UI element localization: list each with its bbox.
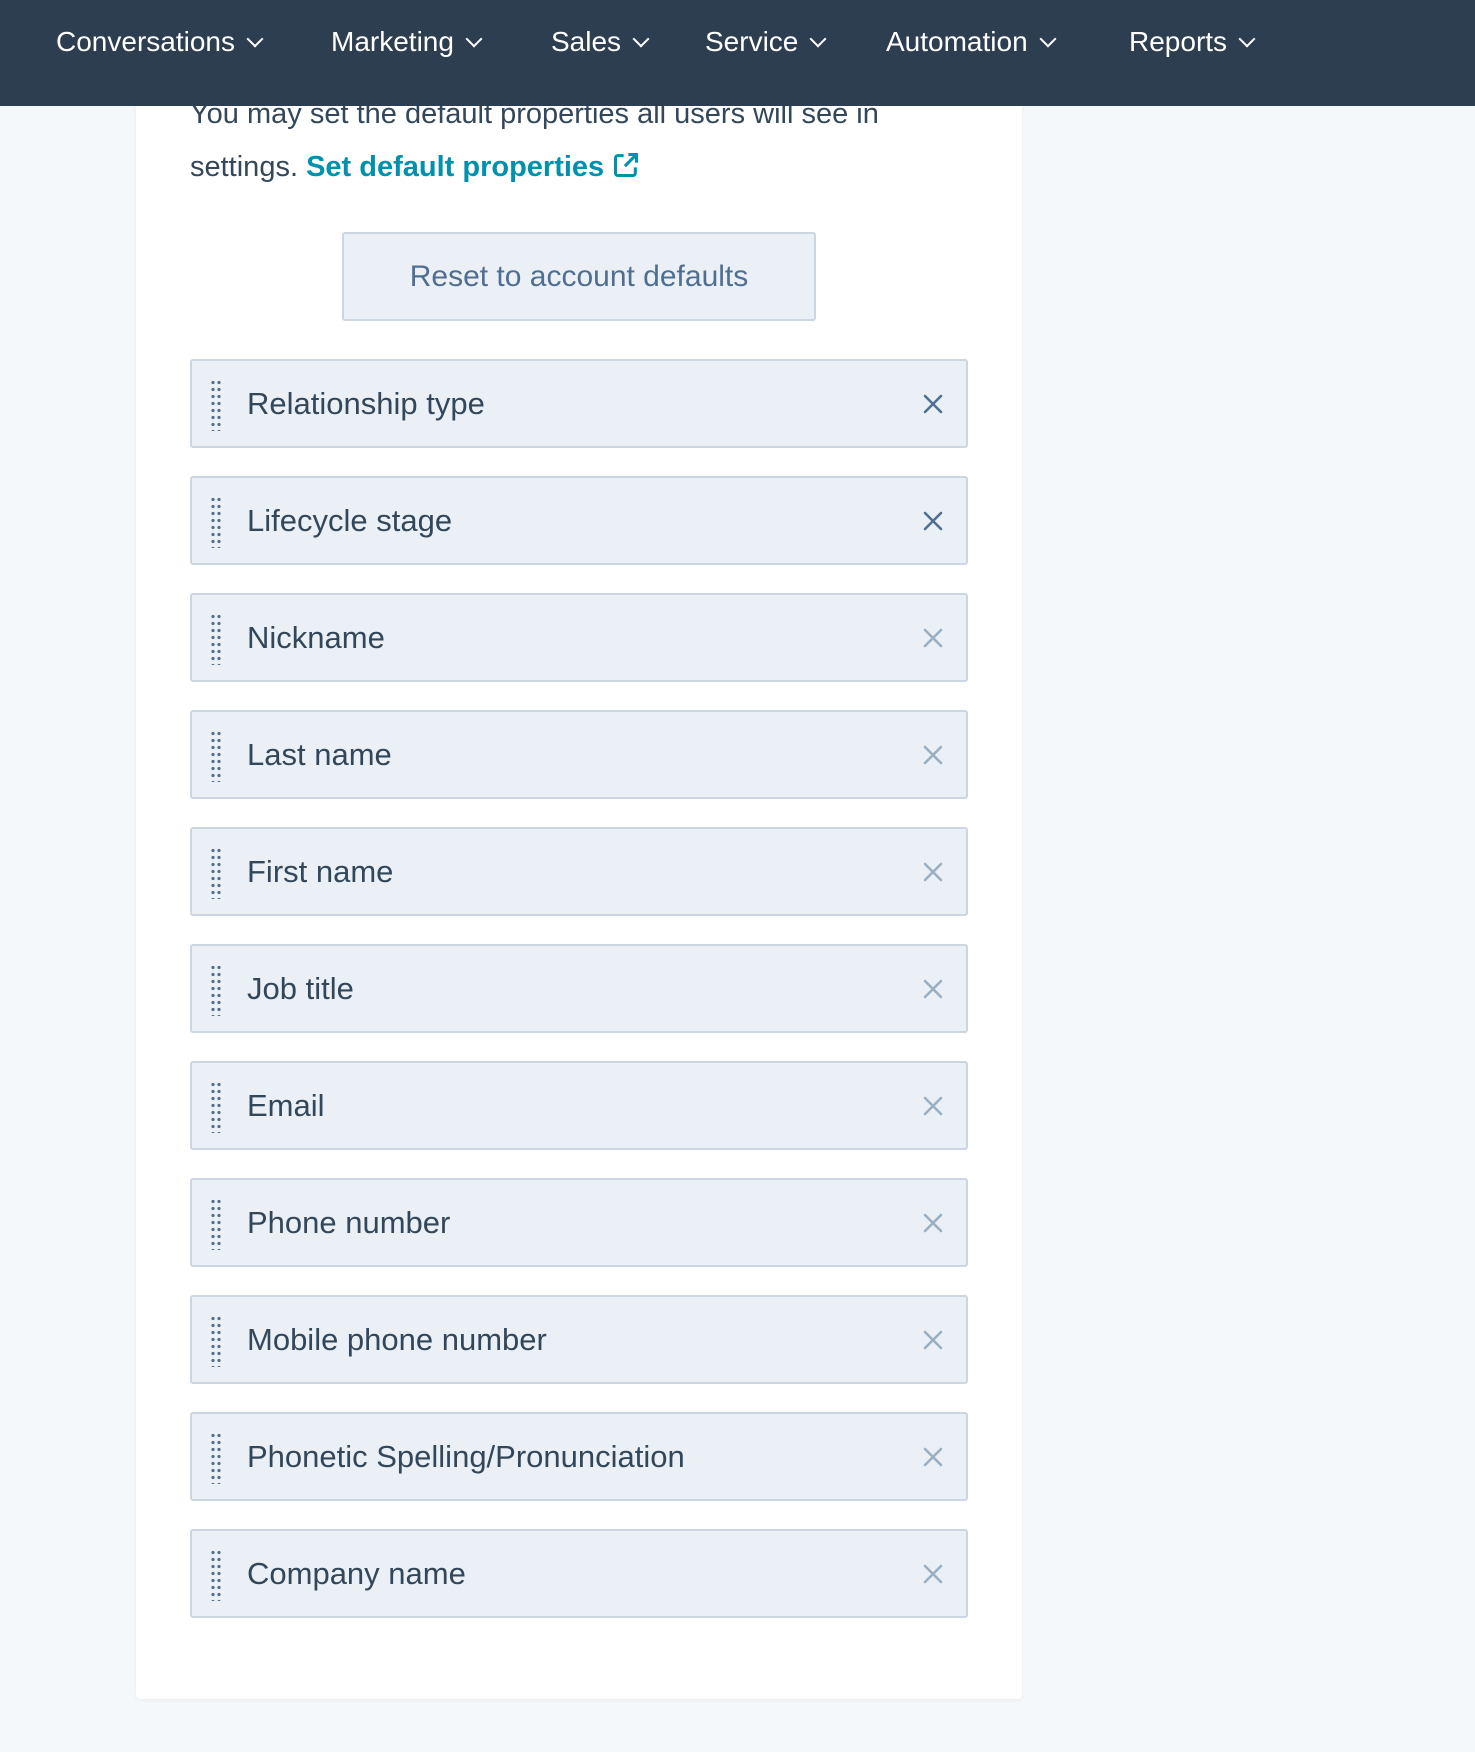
property-label: First name (247, 853, 394, 889)
property-item[interactable]: Phone number (190, 1178, 968, 1267)
nav-label: Marketing (331, 26, 454, 57)
chevron-down-icon (809, 30, 827, 48)
remove-icon[interactable] (920, 508, 946, 534)
remove-icon[interactable] (920, 976, 946, 1002)
drag-handle-icon[interactable] (210, 1432, 222, 1484)
chevron-down-icon (246, 30, 264, 48)
top-nav: Conversations Marketing Sales Service Au… (0, 0, 1475, 106)
nav-automation[interactable]: Automation (886, 26, 1057, 58)
property-item[interactable]: Relationship type (190, 359, 968, 448)
drag-handle-icon[interactable] (210, 379, 222, 431)
drag-handle-icon[interactable] (210, 964, 222, 1016)
property-label: Job title (247, 970, 354, 1006)
nav-label: Automation (886, 26, 1028, 57)
drag-handle-icon[interactable] (210, 730, 222, 782)
property-item[interactable]: Phonetic Spelling/Pronunciation (190, 1412, 968, 1501)
drag-handle-icon[interactable] (210, 1081, 222, 1133)
remove-icon[interactable] (920, 742, 946, 768)
property-label: Company name (247, 1555, 466, 1591)
chevron-down-icon (465, 30, 483, 48)
nav-marketing[interactable]: Marketing (331, 26, 483, 58)
property-item[interactable]: Mobile phone number (190, 1295, 968, 1384)
remove-icon[interactable] (920, 1444, 946, 1470)
property-label: Nickname (247, 619, 385, 655)
remove-icon[interactable] (920, 1210, 946, 1236)
remove-icon[interactable] (920, 391, 946, 417)
nav-reports[interactable]: Reports (1129, 26, 1256, 58)
external-link-icon (614, 152, 639, 178)
nav-label: Service (705, 26, 799, 57)
property-label: Mobile phone number (247, 1321, 547, 1357)
chevron-down-icon (632, 30, 650, 48)
drag-handle-icon[interactable] (210, 1315, 222, 1367)
property-label: Last name (247, 736, 392, 772)
property-label: Lifecycle stage (247, 502, 453, 538)
remove-icon[interactable] (920, 859, 946, 885)
nav-label: Reports (1129, 26, 1228, 57)
remove-icon[interactable] (920, 1093, 946, 1119)
chevron-down-icon (1238, 30, 1256, 48)
property-item[interactable]: Job title (190, 944, 968, 1033)
remove-icon[interactable] (920, 1327, 946, 1353)
nav-service[interactable]: Service (705, 26, 827, 58)
drag-handle-icon[interactable] (210, 1198, 222, 1250)
property-item[interactable]: First name (190, 827, 968, 916)
nav-conversations[interactable]: Conversations (56, 26, 264, 58)
property-item[interactable]: Lifecycle stage (190, 476, 968, 565)
remove-icon[interactable] (920, 1561, 946, 1587)
property-label: Email (247, 1087, 325, 1123)
property-label: Phonetic Spelling/Pronunciation (247, 1438, 685, 1474)
property-item[interactable]: Email (190, 1061, 968, 1150)
reset-to-account-defaults-button[interactable]: Reset to account defaults (342, 232, 816, 321)
nav-label: Conversations (56, 26, 235, 57)
drag-handle-icon[interactable] (210, 847, 222, 899)
property-item[interactable]: Last name (190, 710, 968, 799)
chevron-down-icon (1039, 30, 1057, 48)
link-label: Set default properties (306, 151, 605, 183)
property-label: Relationship type (247, 385, 485, 421)
remove-icon[interactable] (920, 625, 946, 651)
nav-sales[interactable]: Sales (551, 26, 650, 58)
nav-label: Sales (551, 26, 622, 57)
intro-prefix: settings. (190, 151, 298, 183)
property-label: Phone number (247, 1204, 451, 1240)
property-item[interactable]: Company name (190, 1529, 968, 1618)
set-default-properties-link[interactable]: Set default properties (306, 151, 640, 183)
drag-handle-icon[interactable] (210, 613, 222, 665)
drag-handle-icon[interactable] (210, 496, 222, 548)
drag-handle-icon[interactable] (210, 1549, 222, 1601)
property-item[interactable]: Nickname (190, 593, 968, 682)
